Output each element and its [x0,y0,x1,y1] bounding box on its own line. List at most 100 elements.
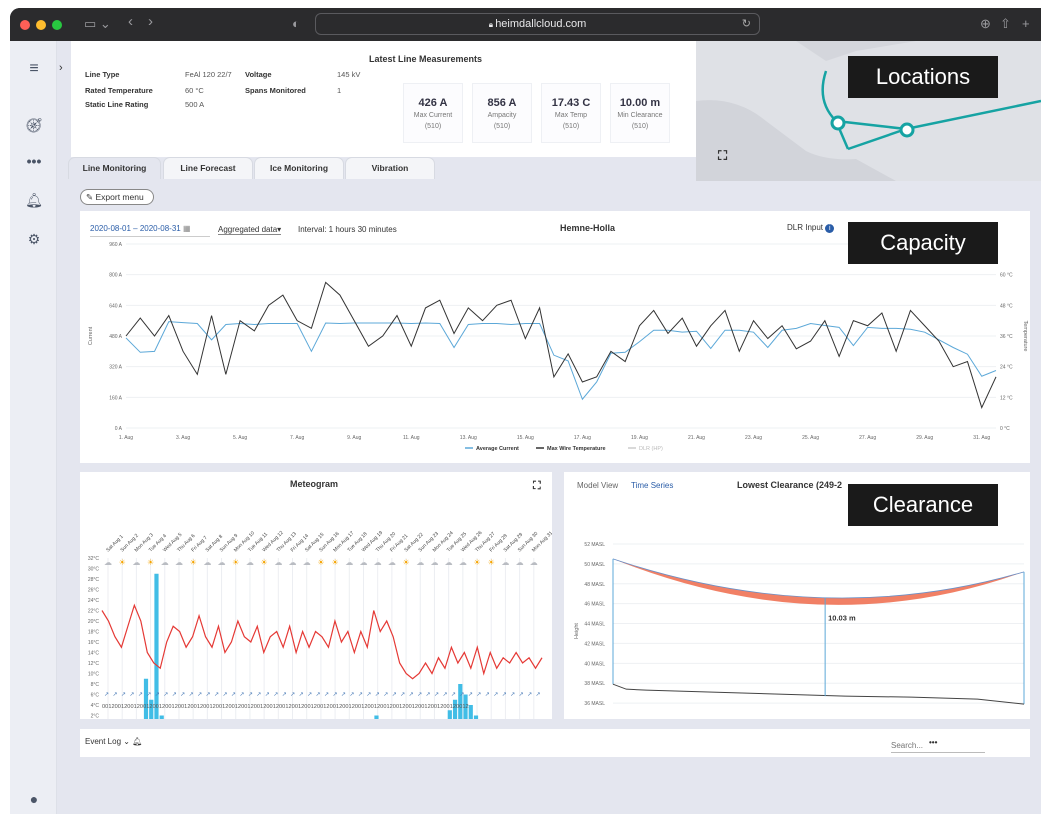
line-type-label: Line Type [85,70,120,79]
tower-marker[interactable] [899,122,915,138]
minimize-window-button[interactable] [36,20,46,30]
event-search-input[interactable] [891,738,985,753]
edit-icon: ✎ [86,192,94,202]
cloud-icon: ☁ [501,558,509,567]
wind-arrow-icon: ↗ [392,692,397,698]
card-sub: (510) [493,123,511,130]
cloud-icon: ☁ [303,558,311,567]
wind-arrow-icon: ↗ [248,692,253,698]
precipitation-bar [473,715,479,719]
y2-tick-label: 48 °C [1000,303,1013,309]
clearance-annotation: 10.03 m [828,614,856,623]
y-tick-label: 640 A [109,303,122,309]
close-window-button[interactable] [20,20,30,30]
ground-line [612,683,1025,705]
y2-tick-label: 0 °C [1000,426,1010,432]
chevron-down-icon: ⌄ [123,737,130,746]
browser-window: ▭ ⌄ ‹ › ◐ 🔒︎ heimdallcloud.com ↻ ⊕ ⇧ + ≡… [10,8,1041,814]
cloud-icon: ☁ [445,558,453,567]
wind-arrow-icon: ↗ [324,692,329,698]
user-icon[interactable]: ● [24,791,44,807]
sun-icon: ☀ [488,558,495,567]
download-icon[interactable]: ⊕ [980,17,991,31]
event-log-toggle[interactable]: Event Log ⌄ 🔔︎ [85,737,142,746]
wind-arrow-icon: ↗ [366,692,371,698]
wind-arrow-icon: ↗ [172,692,177,698]
cloud-icon: ☁ [416,558,424,567]
export-menu-label: Export menu [95,192,144,202]
fullscreen-icon[interactable]: ⛶ [718,148,727,164]
tab-line-forecast[interactable]: Line Forecast [163,157,253,179]
meteogram-panel: Meteogram ⛶ 0°C2°C4°C6°C8°C10°C12°C14°C1… [80,472,552,719]
sidebar-toggle-icon[interactable]: ▭ ⌄ [84,17,111,31]
y-tick-label: 14°C [88,651,100,657]
capacity-overlay-label: Capacity [848,222,998,264]
y-tick-label: 46 MASL [584,602,605,608]
wind-arrow-icon: ↗ [468,692,473,698]
shield-icon[interactable]: ◐ [292,17,300,31]
compass-icon[interactable]: 🧭︎ [24,117,44,134]
card-label: Ampacity [487,112,517,119]
bell-icon[interactable]: 🔔︎ [24,192,44,209]
wind-arrow-icon: ↗ [282,692,287,698]
voltage-label: Voltage [245,70,272,79]
tab-ice-monitoring[interactable]: Ice Monitoring [254,157,344,179]
x-tick-label: 19. Aug [631,435,648,441]
export-menu-button[interactable]: ✎ Export menu [80,189,154,205]
wind-arrow-icon: ↗ [536,692,541,698]
gear-icon[interactable]: ⚙ [24,231,44,248]
share-icon[interactable]: ⇧ [1000,17,1011,31]
menu-icon[interactable]: ≡ [24,60,44,78]
sun-icon: ☀ [190,558,197,567]
measurement-card: 856 A Ampacity (510) [472,83,532,143]
wind-arrow-icon: ↗ [112,692,117,698]
wind-arrow-icon: ↗ [332,692,337,698]
meteogram-chart: 0°C2°C4°C6°C8°C10°C12°C14°C16°C18°C20°C2… [88,530,552,719]
tab-line-monitoring[interactable]: Line Monitoring [68,157,161,179]
cloud-icon: ☁ [374,558,382,567]
y-tick-label: 160 A [109,395,122,401]
wind-arrow-icon: ↗ [519,692,524,698]
zoom-window-button[interactable] [52,20,62,30]
y-tick-label: 50 MASL [584,562,605,568]
card-label: Max Temp [554,112,588,119]
rated-temperature-value: 60 °C [185,86,204,95]
y-tick-label: 36 MASL [584,701,605,707]
more-icon[interactable]: ••• [24,153,44,169]
tab-vibration[interactable]: Vibration [345,157,435,179]
wind-arrow-icon: ↗ [451,692,456,698]
x-tick-label: 15. Aug [517,435,534,441]
wind-arrow-icon: ↗ [146,692,151,698]
y-tick-label: 26°C [88,588,100,594]
new-tab-icon[interactable]: + [1022,17,1030,31]
card-sub: (510) [562,123,580,130]
wind-arrow-icon: ↗ [121,692,126,698]
cloud-icon: ☁ [132,558,140,567]
address-bar[interactable]: 🔒︎ heimdallcloud.com ↻ [315,13,760,35]
forward-icon[interactable]: › [148,14,153,29]
reload-icon[interactable]: ↻ [742,14,751,34]
card-value: 17.43 C [551,97,591,109]
back-icon[interactable]: ‹ [128,14,133,29]
y-axis-label: Height [574,623,580,639]
card-label: Max Current [413,112,453,119]
card-sub: (510) [631,123,649,130]
y-tick-label: 8°C [91,682,100,688]
cloud-icon: ☁ [246,558,254,567]
precipitation-bar [458,684,463,719]
x-tick-label: 13. Aug [460,435,477,441]
tower-marker[interactable] [830,115,846,131]
x-tick-label: 1. Aug [119,435,133,441]
y2-tick-label: 60 °C [1000,273,1013,279]
y-tick-label: 40 MASL [584,661,605,667]
cloud-icon: ☁ [530,558,538,567]
wind-arrow-icon: ↗ [316,692,321,698]
x-tick-label: 31. Aug [973,435,990,441]
x-tick-label: 21. Aug [688,435,705,441]
voltage-value: 145 kV [337,70,361,79]
map-landmass [696,100,896,181]
expand-chevron-icon[interactable]: › [59,62,63,74]
y-tick-label: 0 A [115,426,123,432]
y-tick-label: 18°C [88,630,100,636]
y-tick-label: 38 MASL [584,681,605,687]
